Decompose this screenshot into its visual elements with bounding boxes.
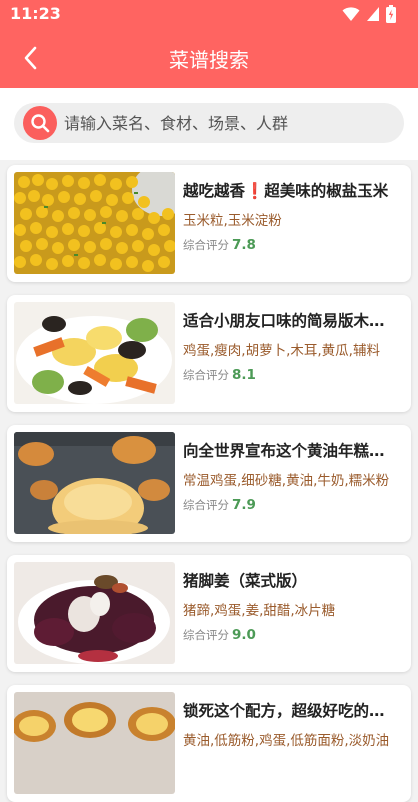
recipe-ingredients: 鸡蛋,瘦肉,胡萝卜,木耳,黄瓜,辅料 [183,343,380,359]
recipe-title: 向全世界宣布这个黄油年糕泡芙 [183,442,399,460]
app-header: 11:23 菜谱搜索 [0,0,418,88]
score-label: 综合评分 [183,498,229,512]
recipe-image [14,692,175,794]
score-value: 7.8 [232,237,256,253]
recipe-title: 猪脚姜（菜式版） [183,572,308,590]
recipe-card[interactable]: 锁死这个配方，超级好吃的蛋挞 黄油,低筋粉,鸡蛋,低筋面粉,淡奶油 [7,685,411,802]
page-title: 菜谱搜索 [169,48,249,72]
signal-icon [367,7,379,21]
status-time: 11:23 [10,4,61,23]
score-value: 7.9 [232,497,256,513]
recipe-image [14,172,175,274]
recipe-card[interactable]: 适合小朋友口味的简易版木须肉 鸡蛋,瘦肉,胡萝卜,木耳,黄瓜,辅料 综合评分 8.… [7,295,411,412]
recipe-ingredients: 黄油,低筋粉,鸡蛋,低筋面粉,淡奶油 [183,733,390,749]
recipe-image [14,562,175,664]
score-value: 9.0 [232,627,256,643]
score-label: 综合评分 [183,628,229,642]
search-icon[interactable] [23,106,57,140]
search-section [0,88,418,160]
status-icons [342,5,396,23]
status-bar: 11:23 [0,0,418,28]
recipe-card[interactable]: 猪脚姜（菜式版） 猪蹄,鸡蛋,姜,甜醋,冰片糖 综合评分 9.0 [7,555,411,672]
search-bar[interactable] [14,103,404,143]
recipe-ingredients: 玉米粒,玉米淀粉 [183,213,282,229]
wifi-icon [342,7,360,21]
recipe-image [14,432,175,534]
score-value: 8.1 [232,367,256,383]
recipe-title: 适合小朋友口味的简易版木须肉 [183,312,399,330]
recipe-score: 综合评分 9.0 [183,627,256,643]
recipe-score: 综合评分 7.8 [183,237,256,253]
recipe-card[interactable]: 越吃越香❗️超美味的椒盐玉米 玉米粒,玉米淀粉 综合评分 7.8 [7,165,411,282]
recipe-score: 综合评分 8.1 [183,367,256,383]
battery-icon [386,5,396,23]
recipe-image [14,302,175,404]
recipe-title: 锁死这个配方，超级好吃的蛋挞 [183,702,399,720]
recipe-ingredients: 猪蹄,鸡蛋,姜,甜醋,冰片糖 [183,603,336,619]
score-label: 综合评分 [183,238,229,252]
recipe-score: 综合评分 7.9 [183,497,256,513]
recipe-ingredients: 常温鸡蛋,细砂糖,黄油,牛奶,糯米粉 [183,473,390,489]
recipe-title: 越吃越香❗️超美味的椒盐玉米 [183,182,389,200]
recipe-card[interactable]: 向全世界宣布这个黄油年糕泡芙 常温鸡蛋,细砂糖,黄油,牛奶,糯米粉 综合评分 7.… [7,425,411,542]
score-label: 综合评分 [183,368,229,382]
search-input[interactable] [64,109,394,137]
